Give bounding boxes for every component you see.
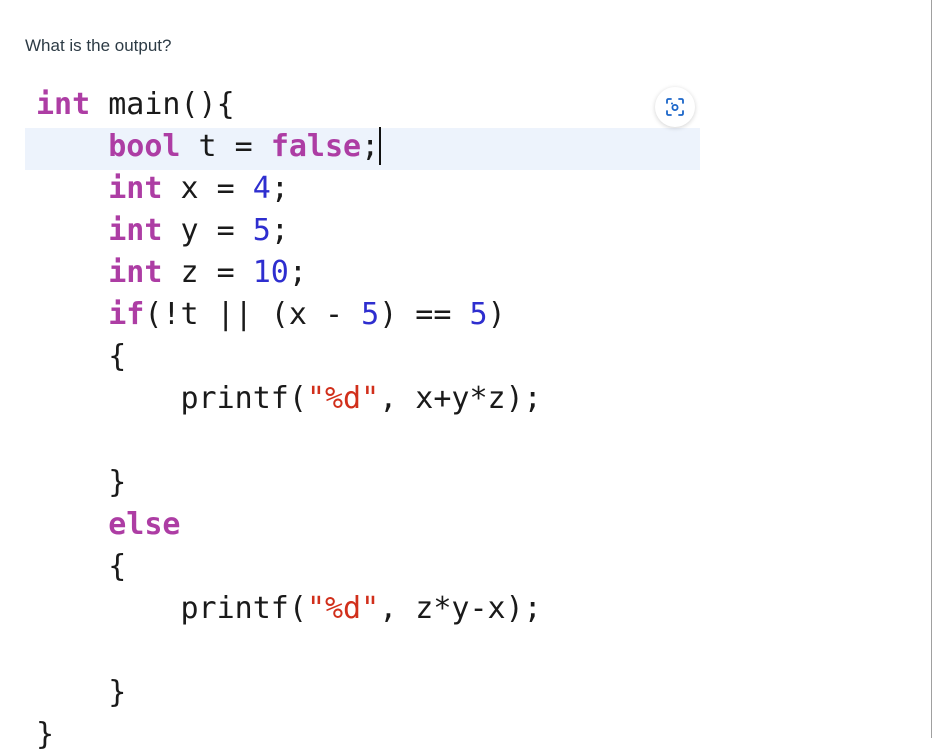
code-keyword: if	[108, 297, 145, 332]
code-text: , z*y-x);	[379, 591, 542, 626]
code-text: y =	[162, 213, 253, 248]
code-line: int y = 5;	[36, 210, 289, 252]
code-line: else	[36, 504, 181, 546]
code-number: 4	[252, 171, 271, 206]
code-line: printf("%d", x+y*z);	[36, 378, 542, 420]
code-line: }	[36, 714, 54, 756]
code-keyword: false	[270, 129, 362, 164]
code-line: int x = 4;	[36, 168, 289, 210]
scan-text-icon	[666, 98, 684, 116]
code-keyword: int	[108, 255, 163, 290]
code-keyword: int	[36, 87, 91, 122]
code-text: main(){	[90, 87, 235, 122]
code-text: x =	[162, 171, 253, 206]
code-text: ;	[270, 171, 289, 206]
code-text: ;	[361, 129, 380, 164]
code-keyword: int	[108, 171, 163, 206]
code-line: {	[36, 546, 126, 588]
code-line: if(!t || (x - 5) == 5)	[36, 294, 506, 336]
code-text: ;	[288, 255, 307, 290]
code-line: printf("%d", z*y-x);	[36, 588, 542, 630]
code-number: 5	[252, 213, 271, 248]
question-prompt: What is the output?	[25, 36, 172, 55]
code-text: ) ==	[379, 297, 470, 332]
code-text: t =	[180, 129, 271, 164]
code-keyword: bool	[108, 129, 181, 164]
code-text: }	[108, 465, 127, 500]
text-cursor	[379, 126, 382, 165]
code-string: "%d"	[306, 381, 380, 416]
code-text: ;	[270, 213, 289, 248]
code-line: }	[36, 672, 126, 714]
code-text: {	[108, 339, 127, 374]
code-number: 5	[469, 297, 488, 332]
code-string: "%d"	[306, 591, 380, 626]
code-text: {	[108, 549, 127, 584]
code-text: , x+y*z);	[379, 381, 542, 416]
code-text: printf(	[180, 591, 307, 626]
code-line: {	[36, 336, 126, 378]
code-line: int main(){	[36, 84, 235, 126]
code-text: )	[487, 297, 506, 332]
code-line: }	[36, 462, 126, 504]
code-number: 5	[361, 297, 380, 332]
code-line: bool t = false;	[36, 126, 382, 168]
code-line: int z = 10;	[36, 252, 307, 294]
code-text: }	[108, 675, 127, 710]
code-text: }	[36, 717, 55, 752]
panel-divider	[931, 0, 932, 738]
code-keyword: else	[108, 507, 181, 542]
code-text: printf(	[180, 381, 307, 416]
code-text: z =	[162, 255, 253, 290]
code-keyword: int	[108, 213, 163, 248]
scan-text-button[interactable]	[655, 87, 695, 127]
code-number: 10	[252, 255, 289, 290]
code-text: (!t || (x -	[144, 297, 362, 332]
